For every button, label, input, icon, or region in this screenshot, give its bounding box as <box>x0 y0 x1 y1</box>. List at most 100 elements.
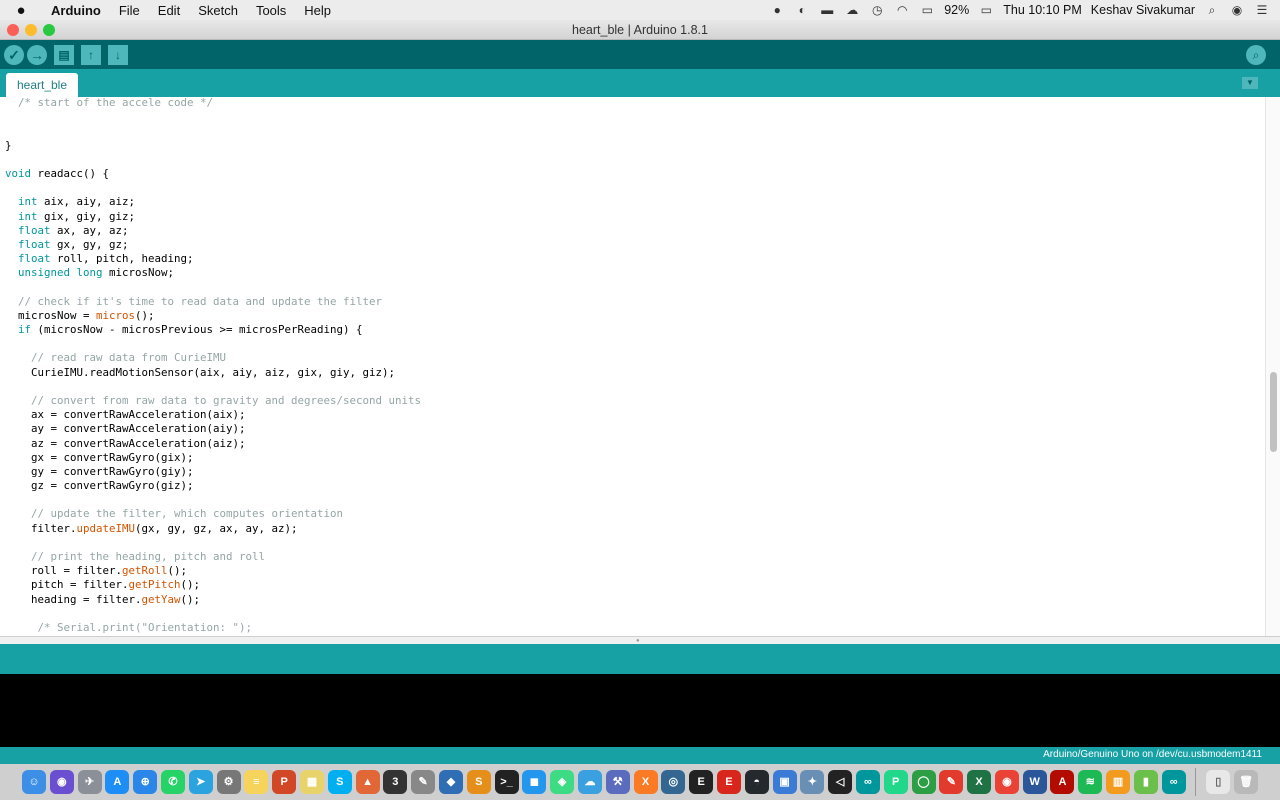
menu-tools[interactable]: Tools <box>247 3 295 18</box>
code-line[interactable]: void readacc() { <box>5 167 421 181</box>
code-line[interactable]: // check if it's time to read data and u… <box>5 295 421 309</box>
dock-stickies-icon[interactable]: ▦ <box>299 770 324 794</box>
dock-safari-icon[interactable]: ⊕ <box>133 770 158 794</box>
dock-skype-icon[interactable]: S <box>327 770 352 794</box>
code-line[interactable]: pitch = filter.getPitch(); <box>5 578 421 592</box>
tab-menu-button[interactable]: ▼ <box>1242 77 1258 89</box>
battery-icon[interactable]: ▭ <box>978 3 994 17</box>
dock-docker-icon[interactable]: ◼ <box>522 770 547 794</box>
dock-app-store-icon[interactable]: A <box>105 770 130 794</box>
dock-powerpoint-icon[interactable]: P <box>272 770 297 794</box>
code-line[interactable]: float gx, gy, gz; <box>5 238 421 252</box>
dock-app-star-icon[interactable]: ✦ <box>800 770 825 794</box>
spotlight-icon[interactable]: ⌕ <box>1204 3 1220 17</box>
dock-excel-icon[interactable]: X <box>967 770 992 794</box>
notification-center-icon[interactable]: ☰ <box>1254 3 1270 17</box>
code-line[interactable] <box>5 181 421 195</box>
dock-acrobat-icon[interactable]: A <box>1050 770 1075 794</box>
dock-evo-icon[interactable]: E <box>716 770 741 794</box>
dock-spotify-icon[interactable]: ≋ <box>1078 770 1103 794</box>
dock-word-icon[interactable]: W <box>1022 770 1047 794</box>
code-line[interactable] <box>5 536 421 550</box>
code-line[interactable]: // update the filter, which computes ori… <box>5 507 421 521</box>
dock-system-preferences-icon[interactable]: ⚙ <box>216 770 241 794</box>
dock-unity-icon[interactable]: ◁ <box>828 770 853 794</box>
dock-github-icon[interactable]: ◓ <box>744 770 769 794</box>
code-line[interactable]: /* Serial.print("Orientation: "); <box>5 621 421 635</box>
code-line[interactable]: gz = convertRawGyro(giz); <box>5 479 421 493</box>
minimize-window-button[interactable] <box>25 24 37 36</box>
dock-terminal-icon[interactable]: >_ <box>494 770 519 794</box>
battery-percent[interactable]: 92% <box>944 3 969 17</box>
dock-matlab-icon[interactable]: ▲ <box>355 770 380 794</box>
menu-edit[interactable]: Edit <box>149 3 189 18</box>
code-line[interactable] <box>5 110 421 124</box>
code-line[interactable]: CurieIMU.readMotionSensor(aix, aiy, aiz,… <box>5 366 421 380</box>
wifi-icon[interactable]: ◠ <box>894 3 910 17</box>
code-line[interactable]: unsigned long microsNow; <box>5 266 421 280</box>
code-line[interactable]: float ax, ay, az; <box>5 224 421 238</box>
close-window-button[interactable] <box>7 24 19 36</box>
code-line[interactable]: int aix, aiy, aiz; <box>5 195 421 209</box>
dock-whatsapp-icon[interactable]: ✆ <box>160 770 185 794</box>
menu-help[interactable]: Help <box>295 3 340 18</box>
code-line[interactable]: // convert from raw data to gravity and … <box>5 394 421 408</box>
code-line[interactable]: roll = filter.getRoll(); <box>5 564 421 578</box>
code-line[interactable] <box>5 153 421 167</box>
editor-scrollbar[interactable] <box>1265 97 1280 636</box>
dock-postgres-icon[interactable]: ◎ <box>661 770 686 794</box>
dock-app-green-icon[interactable]: ▮ <box>1133 770 1158 794</box>
dock-finder-icon[interactable]: ☺ <box>22 770 46 794</box>
new-sketch-button[interactable]: ▤ <box>54 44 74 65</box>
dock-app-cloud-icon[interactable]: ☁ <box>577 770 602 794</box>
editor-scrollbar-thumb[interactable] <box>1270 372 1277 452</box>
dock-chrome-icon[interactable]: ◉ <box>994 770 1019 794</box>
maximize-window-button[interactable] <box>43 24 55 36</box>
code-line[interactable] <box>5 607 421 621</box>
dock-sublime-icon[interactable]: S <box>466 770 491 794</box>
dock-launchpad-icon[interactable]: ✈ <box>77 770 102 794</box>
dock-app-3-icon[interactable]: 3 <box>383 770 408 794</box>
serial-monitor-button[interactable]: ⌕ <box>1246 45 1266 65</box>
code-line[interactable]: heading = filter.getYaw(); <box>5 593 421 607</box>
dock-notes-icon[interactable]: ≡ <box>244 770 269 794</box>
display-icon[interactable]: ▬ <box>819 3 835 17</box>
code-line[interactable] <box>5 380 421 394</box>
code-line[interactable]: gy = convertRawGyro(giy); <box>5 465 421 479</box>
dock-arduino-2-icon[interactable]: ∞ <box>1161 770 1186 794</box>
chat-icon[interactable]: ◐ <box>794 3 810 17</box>
menu-sketch[interactable]: Sketch <box>189 3 247 18</box>
divider-handle-icon[interactable]: ● <box>636 638 642 644</box>
code-line[interactable] <box>5 493 421 507</box>
upload-button[interactable]: → <box>27 44 47 65</box>
code-line[interactable]: float roll, pitch, heading; <box>5 252 421 266</box>
code-line[interactable]: int gix, giy, giz; <box>5 210 421 224</box>
console-output[interactable] <box>0 674 1280 747</box>
clock[interactable]: Thu 10:10 PM <box>1003 3 1082 17</box>
dock-arduino-icon[interactable]: ∞ <box>855 770 880 794</box>
code-line[interactable] <box>5 124 421 138</box>
dock-app-ring-icon[interactable]: ◯ <box>911 770 936 794</box>
save-sketch-button[interactable]: ↓ <box>108 44 128 65</box>
time-machine-icon[interactable]: ◷ <box>869 3 885 17</box>
cloud-icon[interactable]: ☁ <box>844 3 860 17</box>
dock-telegram-icon[interactable]: ➤ <box>188 770 213 794</box>
code-line[interactable]: microsNow = micros(); <box>5 309 421 323</box>
apple-icon[interactable]: ● <box>0 2 42 19</box>
dock-script-editor-icon[interactable]: ✎ <box>411 770 436 794</box>
code-line[interactable]: filter.updateIMU(gx, gy, gz, ax, ay, az)… <box>5 522 421 536</box>
tab-heart-ble[interactable]: heart_ble <box>6 73 78 97</box>
siri-icon[interactable]: ◉ <box>1229 3 1245 17</box>
menu-file[interactable]: File <box>110 3 149 18</box>
airplay-icon[interactable]: ▭ <box>919 3 935 17</box>
dock-app-tool-icon[interactable]: ⚒ <box>605 770 630 794</box>
dock-siri-icon[interactable]: ◉ <box>49 770 74 794</box>
record-icon[interactable]: ● <box>769 3 785 17</box>
open-sketch-button[interactable]: ↑ <box>81 44 101 65</box>
code-text[interactable]: /* start of the accele code */} void read… <box>5 97 421 635</box>
dock-documents-icon[interactable]: ▯ <box>1206 770 1231 794</box>
pane-divider[interactable]: ● <box>0 636 1280 644</box>
menu-app-name[interactable]: Arduino <box>42 3 110 18</box>
dock-xampp-icon[interactable]: X <box>633 770 658 794</box>
code-line[interactable]: ay = convertRawAcceleration(aiy); <box>5 422 421 436</box>
